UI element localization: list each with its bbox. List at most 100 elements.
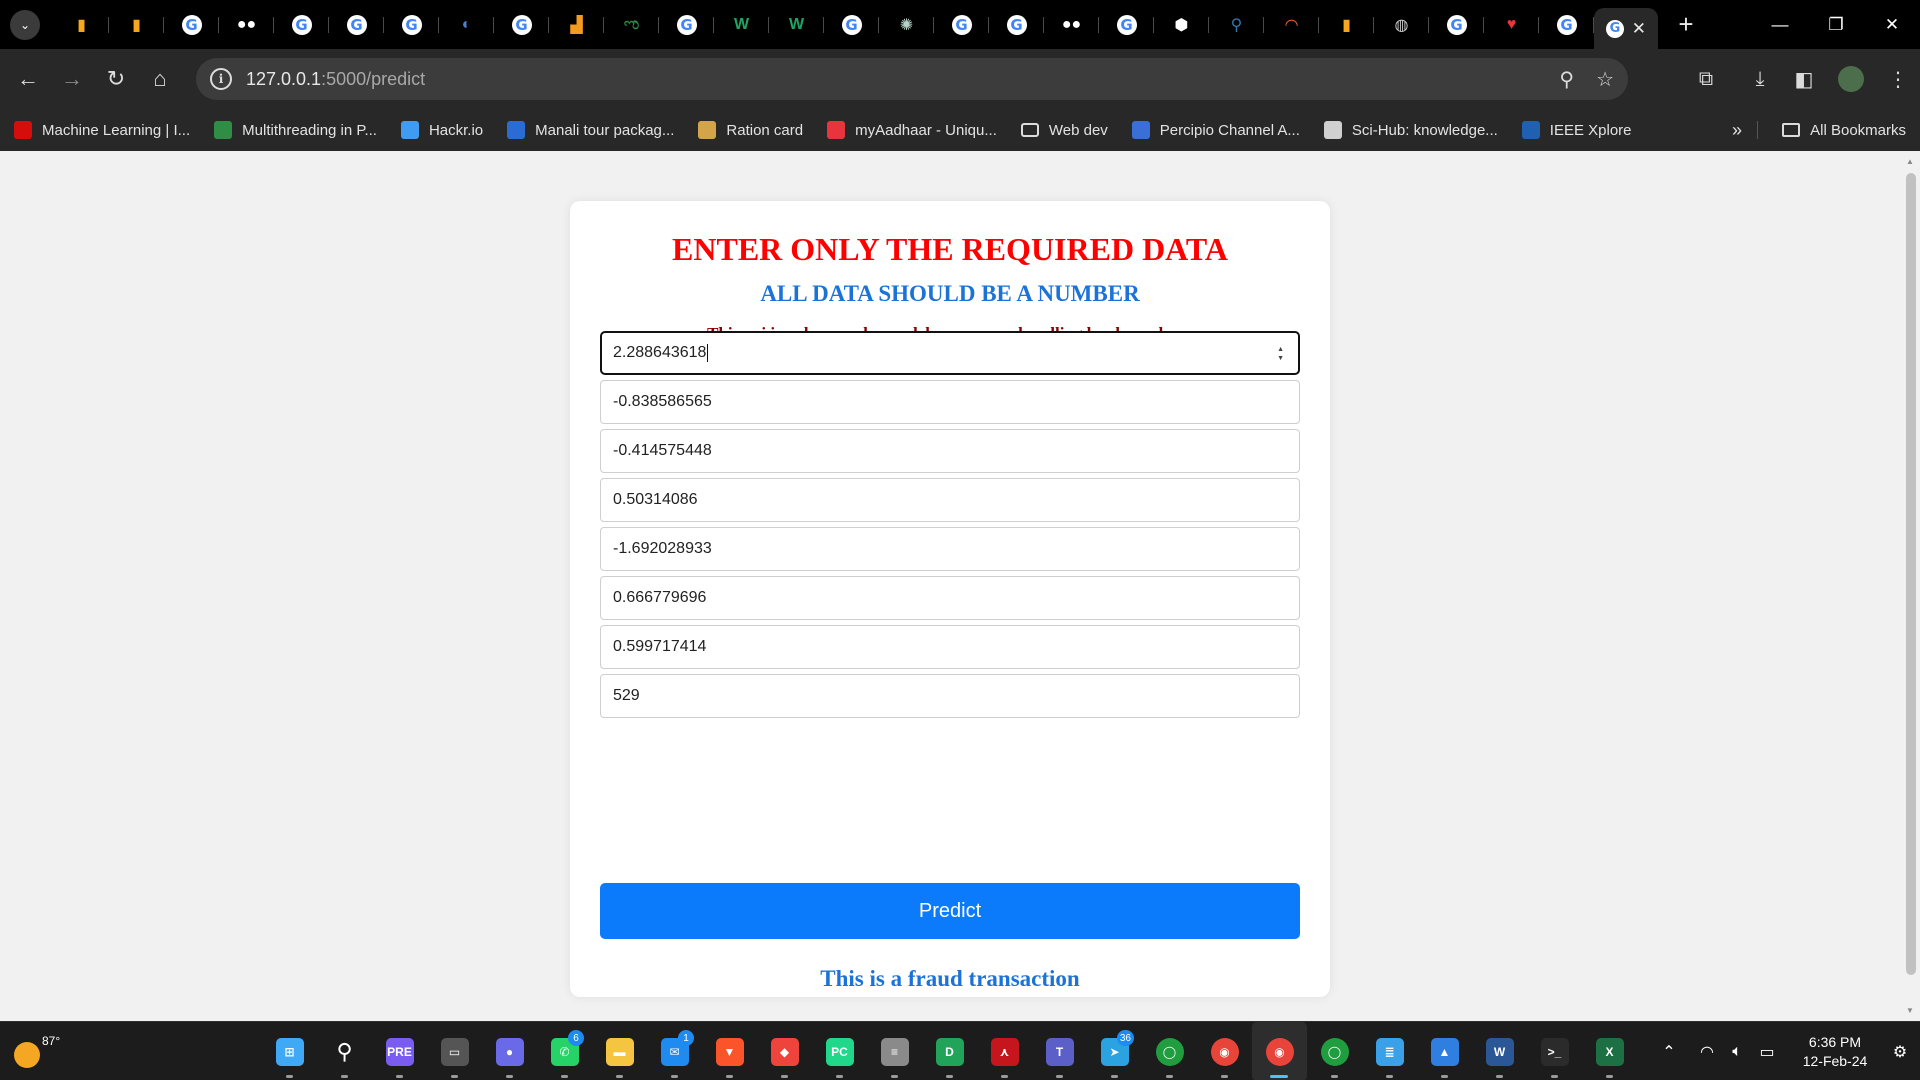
browser-tab[interactable]: ▮ [1319,0,1374,49]
taskbar-app[interactable]: ◯ [1142,1022,1197,1080]
feature-input-7[interactable]: 0.599717414 [600,625,1300,669]
home-icon[interactable]: ⌂ [138,57,182,101]
taskbar-app[interactable]: ⚲ [317,1022,372,1080]
taskbar-app[interactable]: ◯ [1307,1022,1362,1080]
feature-input-5[interactable]: -1.692028933 [600,527,1300,571]
page-scrollbar[interactable]: ▲ ▼ [1902,151,1920,1021]
browser-tab[interactable]: G [989,0,1044,49]
browser-tab[interactable]: ◐ [439,0,494,49]
back-icon[interactable]: ← [6,57,50,101]
new-tab-button[interactable]: + [1668,9,1704,40]
site-info-icon[interactable]: i [210,68,232,90]
taskbar-app[interactable]: ▭ [427,1022,482,1080]
taskbar-app[interactable]: ➤ 36 [1087,1022,1142,1080]
notification-bell-icon[interactable]: ⚙ [1880,1042,1920,1062]
clock[interactable]: 6:36 PM 12-Feb-24 [1790,1033,1880,1071]
browser-tab[interactable]: ♥ [1484,0,1539,49]
feature-input-3[interactable]: -0.414575448 [600,429,1300,473]
taskbar-app[interactable]: PRE [372,1022,427,1080]
bookmark-item[interactable]: Multithreading in P... [214,121,377,139]
taskbar-app[interactable]: >_ [1527,1022,1582,1080]
scroll-thumb[interactable] [1906,173,1916,975]
browser-tab[interactable]: ⬢ [1154,0,1209,49]
browser-tab[interactable]: ●● [1044,0,1099,49]
bookmark-item[interactable]: Percipio Channel A... [1131,121,1300,139]
bookmark-item[interactable]: myAadhaar - Uniqu... [827,121,997,139]
more-bookmarks-icon[interactable]: » [1732,120,1742,141]
taskbar-app[interactable]: ≡ [867,1022,922,1080]
scroll-up-icon[interactable]: ▲ [1906,157,1914,166]
taskbar-app[interactable]: T [1032,1022,1087,1080]
predict-button[interactable]: Predict [600,883,1300,939]
volume-icon[interactable]: 🔈︎ [1722,1043,1752,1061]
close-window-icon[interactable]: ✕ [1864,0,1920,49]
taskbar-app[interactable]: D [922,1022,977,1080]
taskbar-app[interactable]: ✆ 6 [537,1022,592,1080]
taskbar-app[interactable]: ✉ 1 [647,1022,702,1080]
browser-tab[interactable]: ಌ [604,0,659,49]
taskbar-app[interactable]: W [1472,1022,1527,1080]
bookmark-item[interactable]: Machine Learning | I... [14,121,190,139]
browser-tab[interactable]: G [1539,0,1594,49]
bookmark-item[interactable]: Sci-Hub: knowledge... [1323,121,1498,139]
browser-tab[interactable]: ◍ [1374,0,1429,49]
taskbar-app[interactable]: ◉ [1197,1022,1252,1080]
browser-tab[interactable]: ▮ [54,0,109,49]
bookmark-item[interactable]: Ration card [698,121,803,139]
address-bar[interactable]: i 127.0.0.1:5000/predict ⚲ ☆ [196,58,1628,100]
feature-input-1[interactable]: 2.288643618 ▲ ▼ [600,331,1300,375]
taskbar-app[interactable]: PC [812,1022,867,1080]
browser-tab[interactable]: G [384,0,439,49]
forward-icon[interactable]: → [50,57,94,101]
browser-tab[interactable]: G [1429,0,1484,49]
browser-tab[interactable]: G [164,0,219,49]
browser-tab[interactable]: ▟ [549,0,604,49]
taskbar-app[interactable]: ⋏ [977,1022,1032,1080]
extensions-icon[interactable]: ⧉ [1684,68,1728,91]
bookmark-item[interactable]: Manali tour packag... [507,121,674,139]
download-icon[interactable]: ⤓ [1738,68,1782,91]
taskbar-app[interactable]: ▬ [592,1022,647,1080]
browser-tab[interactable]: ✺ [879,0,934,49]
zoom-icon[interactable]: ⚲ [1559,67,1574,92]
bookmark-item[interactable]: Web dev [1020,122,1108,139]
browser-tab[interactable]: ⚲ [1209,0,1264,49]
browser-tab[interactable]: G [1099,0,1154,49]
feature-input-6[interactable]: 0.666779696 [600,576,1300,620]
browser-tab[interactable]: ●● [219,0,274,49]
browser-tab[interactable]: ▮ [109,0,164,49]
tab-search-button[interactable]: ⌄ [10,9,40,40]
scroll-down-icon[interactable]: ▼ [1906,1006,1914,1015]
browser-tab[interactable]: G [329,0,384,49]
taskbar-app[interactable]: ▼ [702,1022,757,1080]
browser-tab[interactable]: G [824,0,879,49]
browser-tab[interactable]: G [934,0,989,49]
browser-tab[interactable]: G [659,0,714,49]
battery-icon[interactable]: ▭ [1752,1042,1782,1062]
profile-avatar[interactable] [1838,66,1864,92]
taskbar-app[interactable]: ◆ [757,1022,812,1080]
taskbar-app[interactable]: ⊞ [262,1022,317,1080]
feature-input-2[interactable]: -0.838586565 [600,380,1300,424]
browser-tab[interactable]: G [274,0,329,49]
restore-icon[interactable]: ❐ [1808,0,1864,49]
bookmark-item[interactable]: Hackr.io [400,121,483,139]
reload-icon[interactable]: ↻ [94,57,138,101]
feature-input-4[interactable]: 0.50314086 [600,478,1300,522]
browser-tab[interactable]: G [494,0,549,49]
taskbar-app[interactable]: ● [482,1022,537,1080]
number-spinner-icon[interactable]: ▲ ▼ [1277,345,1284,363]
tab-active[interactable]: G ✕ [1594,8,1658,49]
bookmark-item[interactable]: IEEE Xplore [1521,121,1632,139]
all-bookmarks-button[interactable]: All Bookmarks [1782,122,1906,139]
taskbar-app[interactable]: X [1582,1022,1637,1080]
weather-widget[interactable]: 87° [14,1034,60,1068]
minimize-icon[interactable]: — [1752,0,1808,49]
chevron-up-icon[interactable]: ⌃ [1654,1042,1684,1062]
taskbar-app[interactable]: ≣ [1362,1022,1417,1080]
wifi-icon[interactable]: ◠ [1692,1042,1722,1062]
close-tab-icon[interactable]: ✕ [1632,19,1646,39]
side-panel-icon[interactable]: ◧ [1782,67,1826,92]
taskbar-app[interactable]: ▲ [1417,1022,1472,1080]
more-menu-icon[interactable]: ⋮ [1876,67,1920,92]
